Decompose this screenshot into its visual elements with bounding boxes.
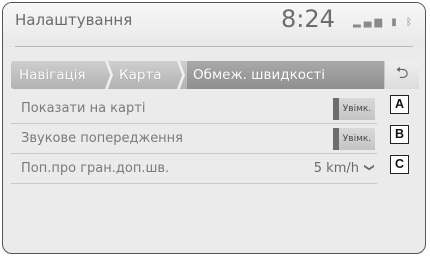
toggle-label: Увімк. (339, 98, 375, 120)
signal-icon: ▂▄▆ (353, 17, 386, 28)
breadcrumb: Навігація Карта Обмеж. швидкості ⮌ (11, 61, 419, 89)
setting-row-show-on-map[interactable]: Показати на карті Увімк. (11, 95, 377, 124)
header-bar: Налаштування 8:24 ▂▄▆ ▮ ᛒ (3, 3, 425, 47)
breadcrumb-separator-icon (105, 61, 113, 89)
setting-label: Поп.про гран.доп.шв. (21, 161, 170, 176)
callout-b: B (390, 125, 409, 144)
battery-icon: ▮ (391, 17, 400, 28)
callout-c: C (390, 155, 409, 174)
toggle-label: Увімк. (339, 128, 375, 150)
chevron-down-icon[interactable]: ❯ (363, 163, 374, 171)
bluetooth-icon: ᛒ (406, 17, 415, 28)
speed-tolerance-value[interactable]: 5 km/h (314, 161, 359, 176)
sound-warning-toggle[interactable]: Увімк. (333, 128, 375, 150)
header-divider (15, 46, 413, 47)
breadcrumb-item-speed-limit: Обмеж. швидкості (193, 67, 326, 83)
back-arrow-icon: ⮌ (395, 62, 409, 82)
setting-row-speed-limit-warning[interactable]: Поп.про гран.доп.шв. 5 km/h ❯ (11, 155, 377, 184)
breadcrumb-item-map[interactable]: Карта (119, 61, 162, 89)
show-on-map-toggle[interactable]: Увімк. (333, 98, 375, 120)
setting-label: Показати на карті (21, 101, 146, 116)
breadcrumb-separator-icon (177, 61, 185, 89)
setting-row-sound-warning[interactable]: Звукове попередження Увімк. (11, 125, 377, 154)
status-icons: ▂▄▆ ▮ ᛒ (353, 17, 415, 28)
back-button[interactable]: ⮌ (384, 61, 419, 89)
callout-a: A (390, 95, 409, 114)
breadcrumb-item-navigation[interactable]: Навігація (19, 61, 86, 89)
clock: 8:24 (281, 5, 335, 33)
setting-label: Звукове попередження (21, 131, 184, 146)
page-title: Налаштування (15, 11, 133, 29)
screen-frame: Налаштування 8:24 ▂▄▆ ▮ ᛒ Навігація Карт… (2, 2, 426, 254)
